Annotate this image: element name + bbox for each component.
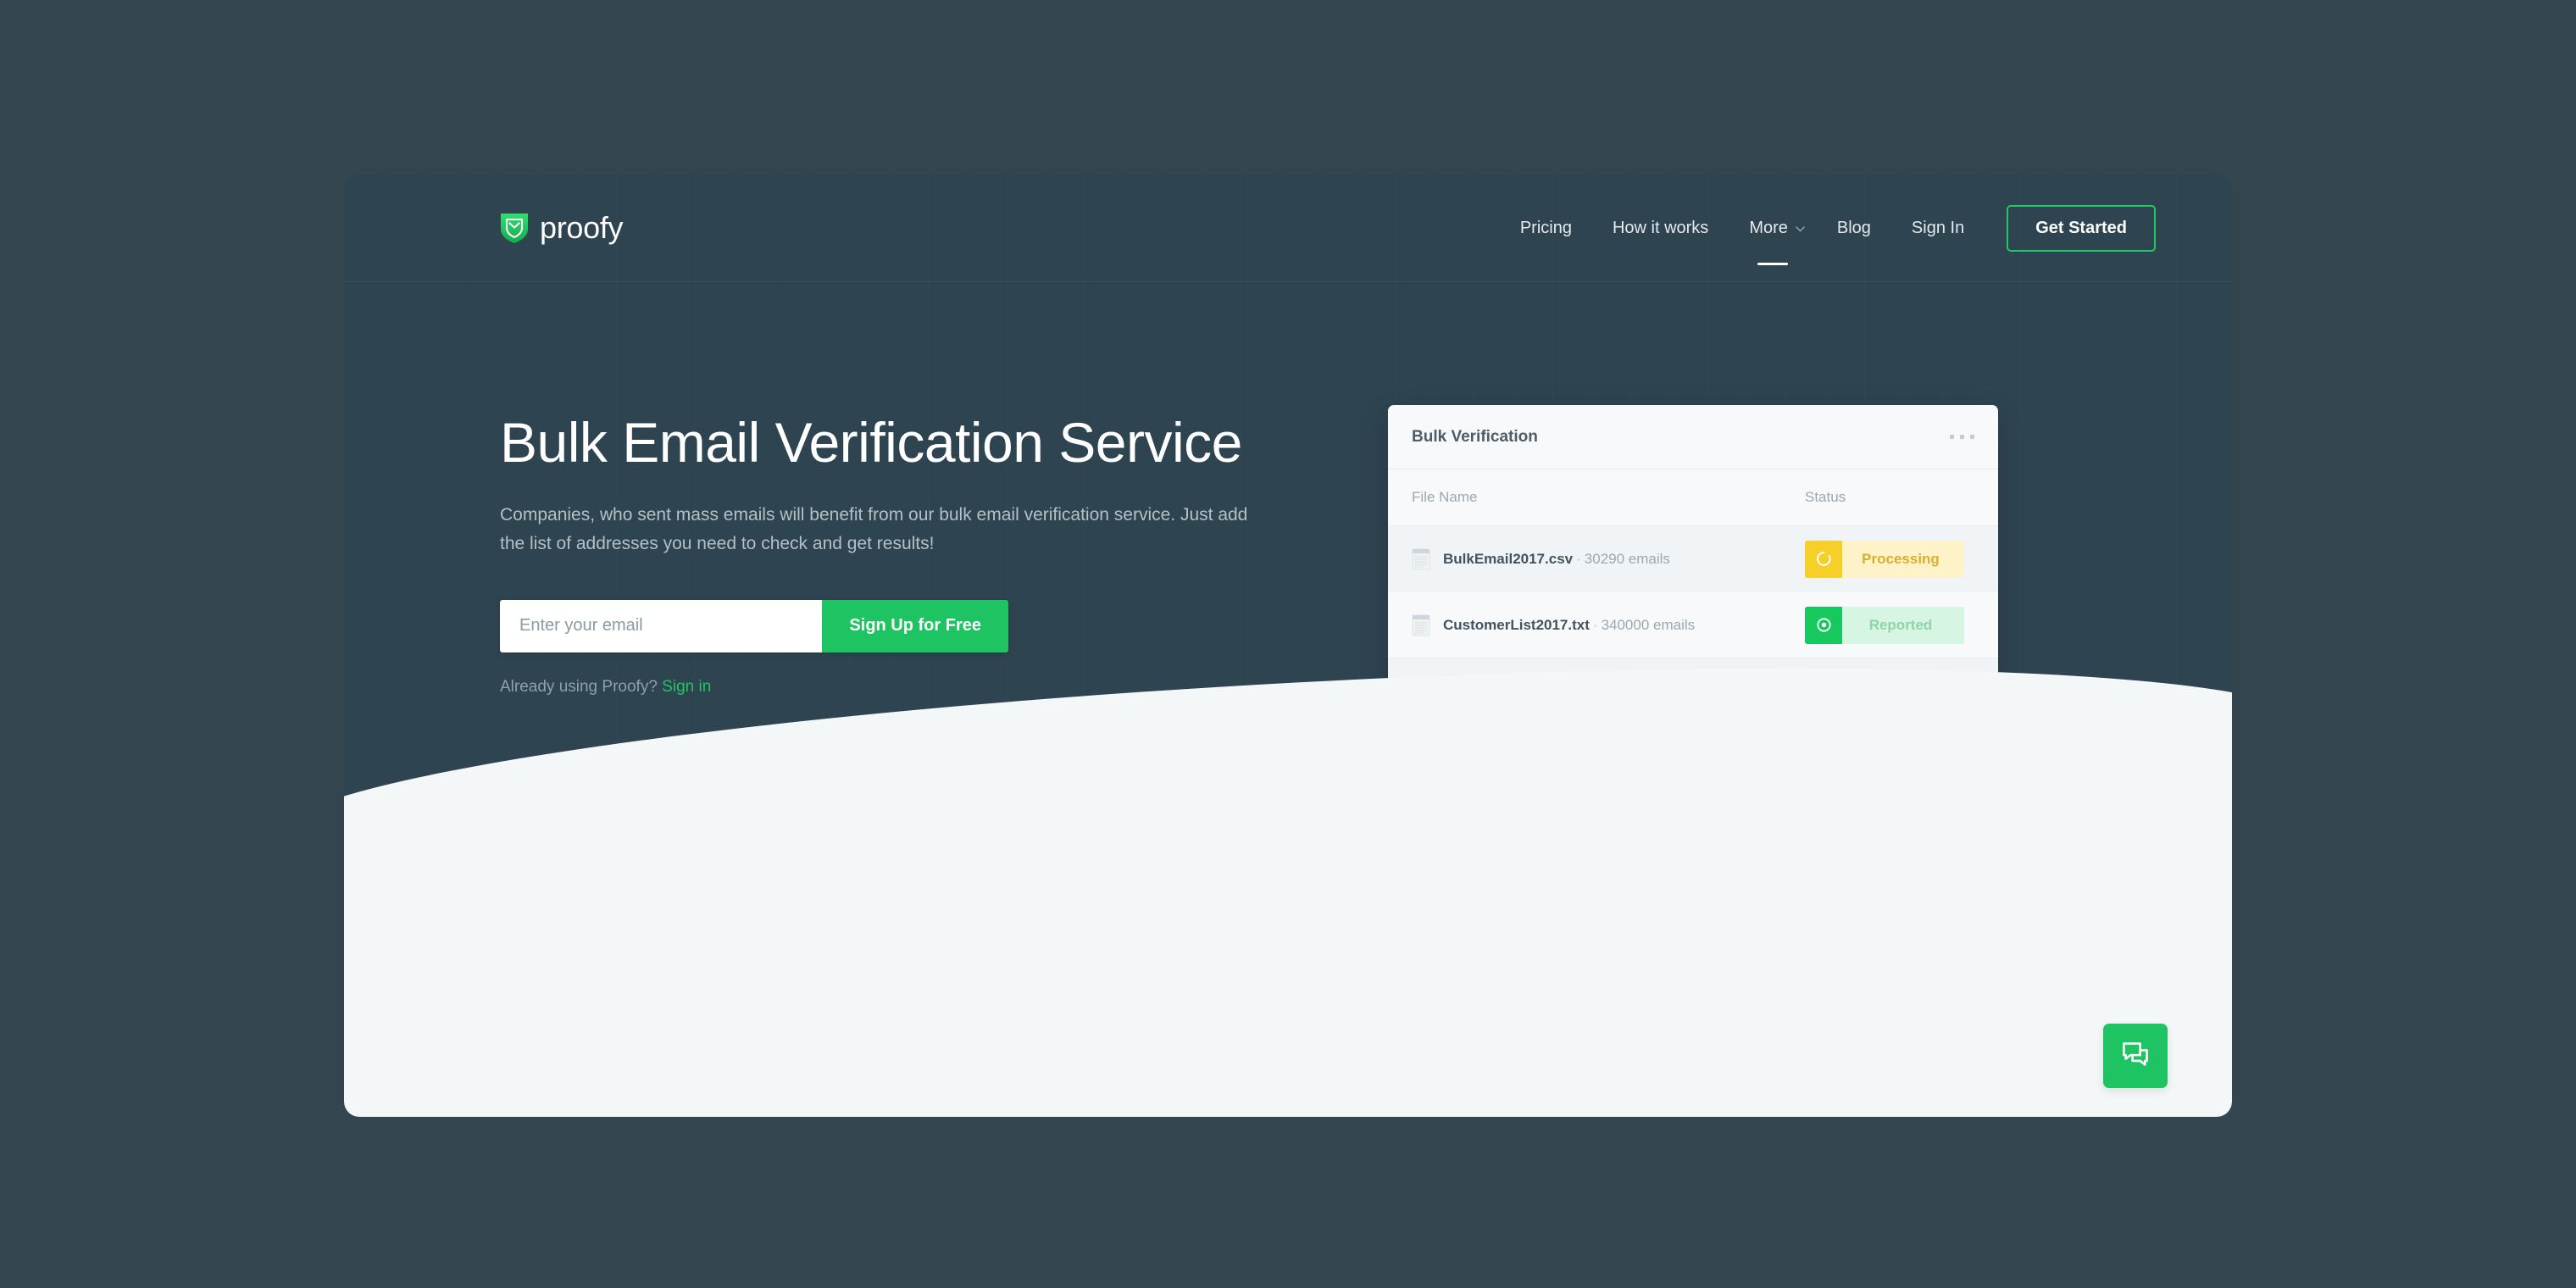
status-badge: Processing xyxy=(1805,540,1964,578)
nav-label: How it works xyxy=(1612,218,1709,237)
more-horizontal-icon[interactable] xyxy=(1950,435,1974,439)
spinner-icon xyxy=(1805,540,1842,578)
page-title: Bulk Email Verification Service xyxy=(500,411,1242,474)
sign-in-link[interactable]: Sign in xyxy=(662,678,711,696)
file-separator: · xyxy=(1592,616,1598,633)
shield-check-icon xyxy=(500,212,529,244)
file-separator: · xyxy=(1576,550,1581,567)
row-file-cell: CustomerList2017.txt · 340000 emails xyxy=(1412,614,1805,636)
main-nav: Pricing How it works More Blog Sign In G… xyxy=(1500,204,2156,265)
nav-label: Pricing xyxy=(1519,218,1572,237)
chat-widget-button[interactable] xyxy=(2103,1024,2168,1088)
nav-label: Blog xyxy=(1836,218,1871,237)
table-row[interactable]: BulkEmail2017.csv · 30290 emails Processin… xyxy=(1388,525,1998,591)
file-name: CustomerList2017.txt xyxy=(1443,616,1590,633)
table-column-headers: File Name Status xyxy=(1388,469,1998,525)
header-divider xyxy=(344,281,2232,282)
nav-item-pricing[interactable]: Pricing xyxy=(1500,210,1592,247)
target-circle-icon xyxy=(1805,606,1842,644)
logo[interactable]: proofy xyxy=(500,210,624,246)
site-header: proofy Pricing How it works More Blog Si… xyxy=(344,175,2232,282)
table-row[interactable]: CustomerList2017.txt · 340000 emails Repor… xyxy=(1388,591,1998,658)
nav-label: More xyxy=(1749,218,1788,237)
row-file-cell: BulkEmail2017.csv · 30290 emails xyxy=(1412,548,1805,570)
nav-item-how-it-works[interactable]: How it works xyxy=(1592,210,1729,247)
email-count: 30290 emails xyxy=(1584,550,1670,567)
hero-panel: proofy Pricing How it works More Blog Si… xyxy=(344,175,2232,1117)
already-using-label: Already using Proofy? xyxy=(500,677,658,696)
hero-content: Bulk Email Verification Service Companie… xyxy=(500,412,1305,697)
nav-label: Sign In xyxy=(1911,218,1965,237)
column-header-file-name: File Name xyxy=(1412,489,1478,505)
row-status-cell: Processing xyxy=(1805,540,1974,578)
card-header: Bulk Verification xyxy=(1388,405,1998,469)
logo-text: proofy xyxy=(540,210,624,245)
card-title: Bulk Verification xyxy=(1412,427,1538,446)
chevron-down-icon xyxy=(1796,225,1805,232)
file-label: BulkEmail2017.csv · 30290 emails xyxy=(1443,551,1670,568)
status-label: Reported xyxy=(1868,616,1933,633)
signup-form: Sign Up for Free xyxy=(500,599,1008,652)
chat-bubbles-icon xyxy=(2121,1041,2150,1072)
column-header-status: Status xyxy=(1805,489,1846,505)
nav-item-more[interactable]: More xyxy=(1729,210,1817,265)
email-count: 340000 emails xyxy=(1601,616,1696,633)
file-icon xyxy=(1412,614,1430,636)
get-started-button[interactable]: Get Started xyxy=(2007,204,2156,252)
file-icon xyxy=(1412,548,1430,570)
hero-subtitle: Companies, who sent mass emails will ben… xyxy=(500,504,1248,554)
white-curve-section xyxy=(344,627,2232,1117)
file-name: BulkEmail2017.csv xyxy=(1443,550,1574,567)
file-label: CustomerList2017.txt · 340000 emails xyxy=(1443,617,1695,634)
status-label: Processing xyxy=(1862,550,1940,567)
nav-item-blog[interactable]: Blog xyxy=(1817,210,1891,247)
nav-item-sign-in[interactable]: Sign In xyxy=(1891,210,1985,247)
sign-up-button[interactable]: Sign Up for Free xyxy=(822,599,1008,652)
row-status-cell: Reported xyxy=(1805,606,1974,644)
nav-active-indicator xyxy=(1757,262,1789,265)
email-field[interactable] xyxy=(500,599,823,652)
status-badge: Reported xyxy=(1805,606,1964,644)
